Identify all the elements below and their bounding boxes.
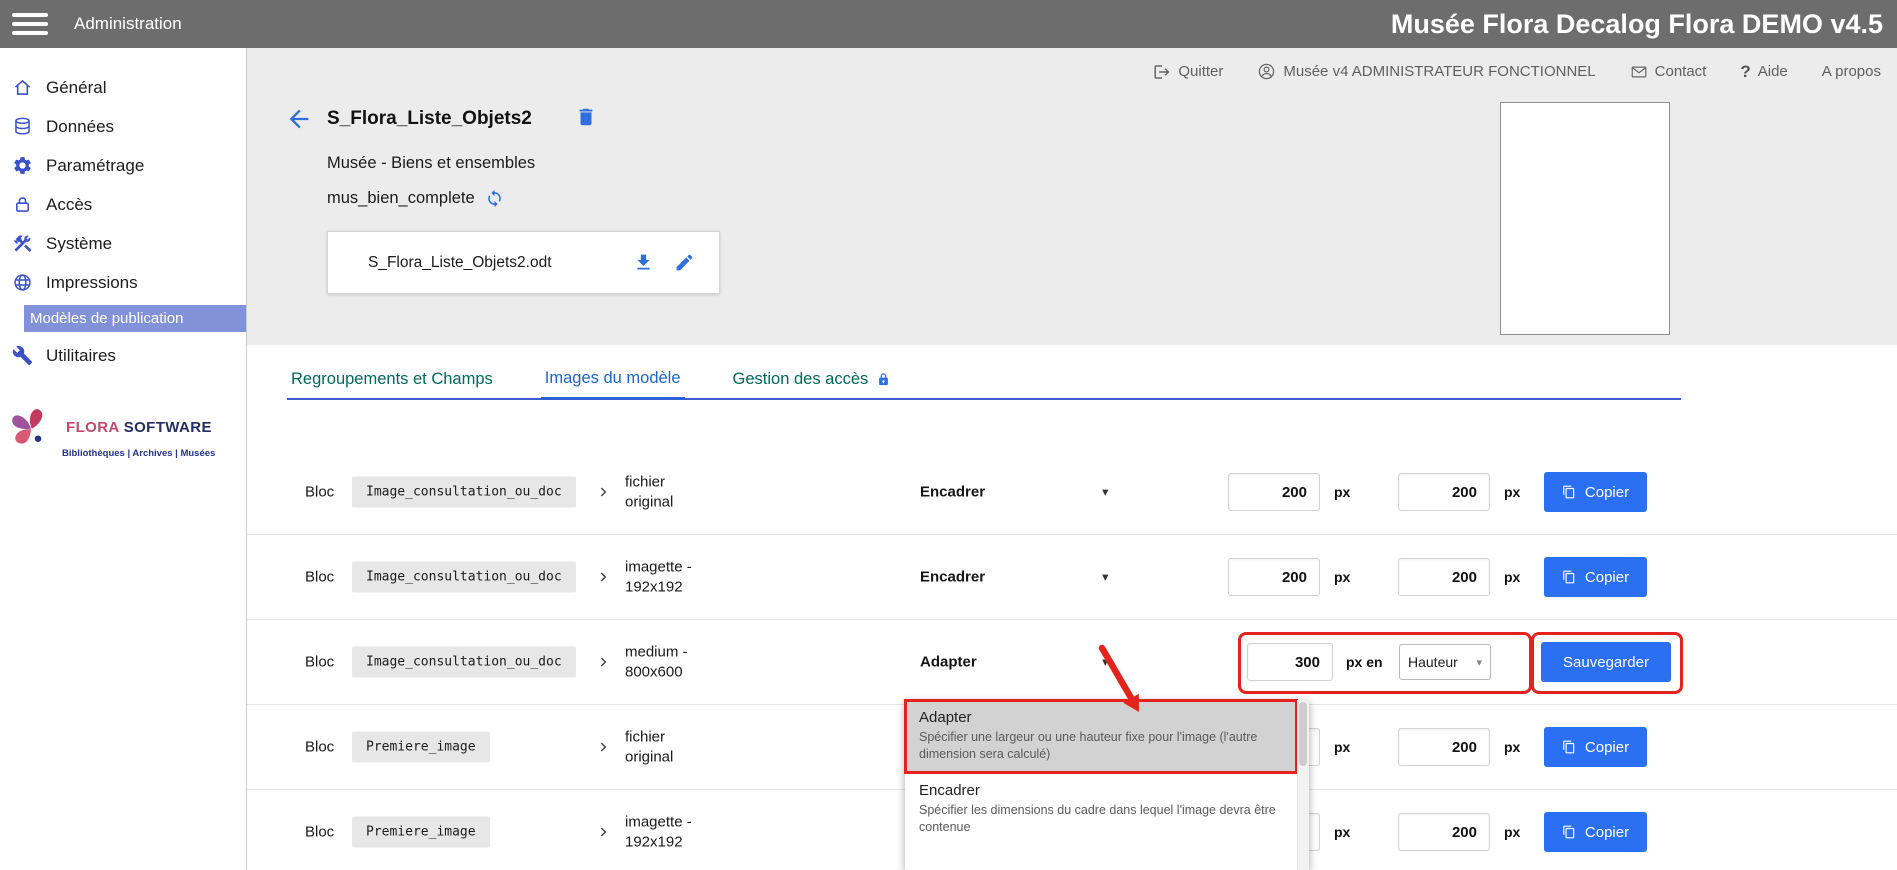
- lock-icon: [12, 194, 33, 215]
- image-variant-label: imagette - 192x192: [625, 813, 805, 852]
- image-variant-label: fichier original: [625, 473, 805, 512]
- mode-dropdown[interactable]: Encadrer▾: [920, 569, 1108, 586]
- dropdown-option-encadrer[interactable]: Encadrer Spécifier les dimensions du cad…: [905, 773, 1297, 846]
- tools-icon: [12, 233, 33, 254]
- content-panel: Regroupements et Champs Images du modèle…: [247, 345, 1897, 870]
- copy-icon: [1562, 825, 1576, 839]
- height-input[interactable]: [1398, 813, 1490, 851]
- sidebar-item-impressions[interactable]: Impressions: [0, 263, 246, 302]
- sidebar-item-systeme[interactable]: Système: [0, 224, 246, 263]
- flora-butterfly-icon: [6, 400, 56, 454]
- user-account[interactable]: Musée v4 ADMINISTRATEUR FONCTIONNEL: [1257, 62, 1595, 81]
- document-code: mus_bien_complete: [327, 189, 475, 208]
- bloc-chip: Image_consultation_ou_doc: [352, 477, 576, 508]
- sidebar-item-donnees[interactable]: Données: [0, 107, 246, 146]
- bloc-chip: Image_consultation_ou_doc: [352, 562, 576, 593]
- copier-button[interactable]: Copier: [1544, 727, 1647, 767]
- document-title: S_Flora_Liste_Objets2: [327, 108, 532, 130]
- aide-link[interactable]: ? Aide: [1740, 62, 1787, 82]
- chevron-down-icon: ▾: [1102, 656, 1108, 669]
- table-row: Bloc Image_consultation_ou_doc imagette …: [247, 535, 1897, 620]
- contact-link[interactable]: Contact: [1630, 63, 1707, 81]
- subheader: Quitter Musée v4 ADMINISTRATEUR FONCTION…: [247, 48, 1897, 95]
- image-variant-label: imagette - 192x192: [625, 558, 805, 597]
- quitter-link[interactable]: Quitter: [1153, 63, 1223, 81]
- sidebar-item-modeles-de-publication[interactable]: Modèles de publication: [24, 305, 246, 332]
- chevron-right-icon: [595, 654, 611, 670]
- bloc-chip: Image_consultation_ou_doc: [352, 647, 576, 678]
- chevron-down-icon: ▾: [1102, 486, 1108, 499]
- copy-icon: [1562, 740, 1576, 754]
- image-variant-label: medium - 800x600: [625, 643, 805, 682]
- document-code-row: mus_bien_complete: [327, 189, 504, 208]
- gear-icon: [12, 155, 33, 176]
- topbar: Administration Musée Flora Decalog Flora…: [0, 0, 1897, 48]
- a-propos-link[interactable]: A propos: [1822, 63, 1881, 80]
- edit-pencil-icon[interactable]: [674, 252, 695, 273]
- menu-scrollbar[interactable]: [1297, 700, 1309, 870]
- sidebar-item-general[interactable]: Général: [0, 68, 246, 107]
- tab-images-du-modele[interactable]: Images du modèle: [541, 360, 685, 400]
- lock-badge-icon: [876, 372, 891, 387]
- copy-icon: [1562, 485, 1576, 499]
- table-row-adapter: Bloc Image_consultation_ou_doc medium - …: [247, 620, 1897, 705]
- chevron-right-icon: [595, 824, 611, 840]
- refresh-icon[interactable]: [485, 189, 504, 208]
- copier-button[interactable]: Copier: [1544, 812, 1647, 852]
- bloc-chip: Premiere_image: [352, 817, 490, 848]
- sidebar-item-acces[interactable]: Accès: [0, 185, 246, 224]
- sauvegarder-button[interactable]: Sauvegarder: [1541, 642, 1671, 682]
- mode-dropdown-menu: Adapter Spécifier une largeur ou une hau…: [905, 700, 1309, 870]
- sidebar: Général Données Paramétrage Accès Systèm…: [0, 48, 247, 870]
- mode-dropdown-open[interactable]: Adapter▾: [920, 654, 1108, 671]
- database-icon: [12, 116, 33, 137]
- height-input[interactable]: [1398, 728, 1490, 766]
- chevron-down-icon: ▾: [1476, 656, 1482, 669]
- globe-icon: [12, 272, 33, 293]
- bloc-chip: Premiere_image: [352, 732, 490, 763]
- template-preview: [1500, 102, 1670, 335]
- copier-button[interactable]: Copier: [1544, 557, 1647, 597]
- wrench-icon: [12, 345, 33, 366]
- logout-icon: [1153, 63, 1171, 81]
- trash-icon[interactable]: [575, 106, 597, 128]
- template-filename: S_Flora_Liste_Objets2.odt: [368, 254, 552, 272]
- tab-bar: Regroupements et Champs Images du modèle…: [287, 359, 1681, 400]
- home-icon: [12, 77, 33, 98]
- dimension-select[interactable]: Hauteur▾: [1399, 644, 1491, 680]
- back-arrow-icon[interactable]: [285, 105, 313, 133]
- mode-dropdown[interactable]: Encadrer▾: [920, 484, 1108, 501]
- chevron-right-icon: [595, 739, 611, 755]
- copier-button[interactable]: Copier: [1544, 472, 1647, 512]
- width-input[interactable]: [1228, 473, 1320, 511]
- hamburger-menu-icon[interactable]: [12, 13, 48, 35]
- question-icon: ?: [1740, 62, 1750, 82]
- table-row: Bloc Image_consultation_ou_doc fichier o…: [247, 450, 1897, 535]
- chevron-down-icon: ▾: [1102, 571, 1108, 584]
- template-file-card: S_Flora_Liste_Objets2.odt: [327, 231, 720, 294]
- tab-regroupements-et-champs[interactable]: Regroupements et Champs: [287, 361, 497, 398]
- app-label: Administration: [74, 14, 182, 34]
- chevron-right-icon: [595, 569, 611, 585]
- document-subtitle: Musée - Biens et ensembles: [327, 154, 535, 173]
- page-title: Musée Flora Decalog Flora DEMO v4.5: [1391, 9, 1883, 40]
- user-icon: [1257, 62, 1276, 81]
- download-icon[interactable]: [633, 252, 654, 273]
- width-input[interactable]: [1228, 558, 1320, 596]
- sidebar-item-parametrage[interactable]: Paramétrage: [0, 146, 246, 185]
- height-input[interactable]: [1398, 473, 1490, 511]
- image-variant-label: fichier original: [625, 728, 805, 767]
- chevron-right-icon: [595, 484, 611, 500]
- sidebar-item-utilitaires[interactable]: Utilitaires: [0, 336, 246, 375]
- main-area: Quitter Musée v4 ADMINISTRATEUR FONCTION…: [247, 48, 1897, 870]
- size-input[interactable]: [1247, 643, 1333, 681]
- tab-gestion-des-acces[interactable]: Gestion des accès: [729, 361, 896, 398]
- brand-name: FLORA SOFTWARE: [66, 419, 212, 436]
- dropdown-option-adapter[interactable]: Adapter Spécifier une largeur ou une hau…: [905, 700, 1297, 773]
- brand-tagline: Bibliothèques | Archives | Musées: [62, 448, 242, 459]
- envelope-icon: [1630, 63, 1648, 81]
- height-input[interactable]: [1398, 558, 1490, 596]
- flora-software-logo: FLORA SOFTWARE Bibliothèques | Archives …: [6, 400, 242, 459]
- copy-icon: [1562, 570, 1576, 584]
